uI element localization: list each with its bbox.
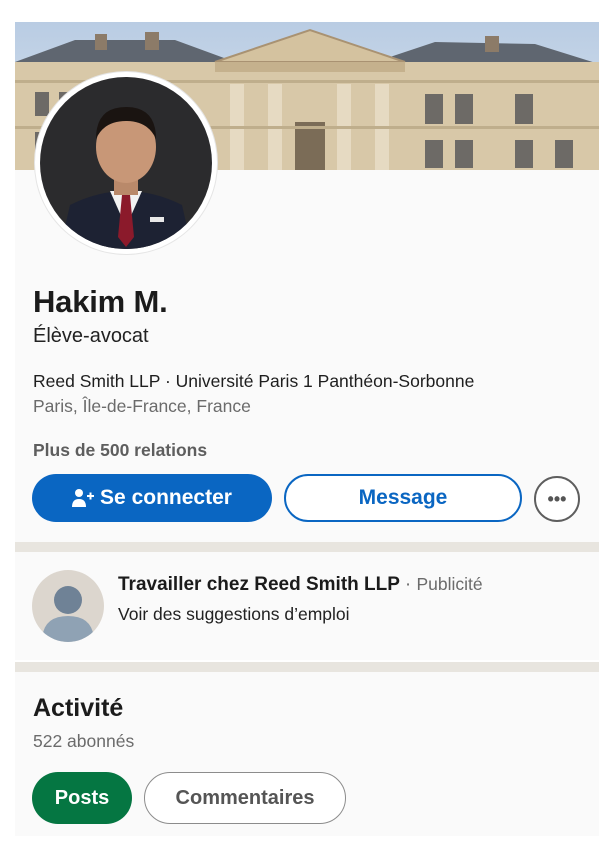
section-divider [15, 542, 599, 552]
ad-title[interactable]: Travailler chez Reed Smith LLP [118, 574, 400, 595]
tab-comments[interactable]: Commentaires [144, 772, 346, 824]
followers-count: 522 abonnés [33, 731, 135, 751]
add-person-icon [72, 489, 95, 507]
profile-name: Hakim M. [33, 284, 168, 319]
profile-organizations[interactable]: Reed Smith LLP · Université Paris 1 Pant… [33, 371, 474, 392]
section-divider [15, 662, 599, 672]
profile-headline: Élève-avocat [33, 325, 149, 347]
profile-location: Paris, Île-de-France, France [33, 396, 251, 416]
connections-count[interactable]: Plus de 500 relations [33, 440, 207, 461]
tab-comments-label: Commentaires [175, 786, 315, 809]
ad-title-line: Travailler chez Reed Smith LLP · Publici… [118, 574, 483, 596]
ad-sponsored-tag: Publicité [416, 574, 483, 594]
ellipsis-icon: ••• [547, 488, 567, 509]
activity-section: Activité 522 abonnés Posts Commentaires [15, 672, 599, 836]
company-placeholder-icon [32, 570, 104, 642]
message-button-label: Message [358, 486, 448, 509]
tab-posts[interactable]: Posts [32, 772, 132, 824]
connect-button[interactable]: Se connecter [32, 474, 272, 522]
connect-button-label: Se connecter [100, 486, 232, 509]
message-button[interactable]: Message [284, 474, 522, 522]
tab-posts-label: Posts [54, 786, 110, 809]
avatar[interactable] [35, 72, 217, 254]
profile-photo [40, 77, 212, 249]
ad-separator: · [404, 574, 412, 595]
ad-subtitle[interactable]: Voir des suggestions d’emploi [118, 604, 350, 625]
profile-card: Hakim M. Élève-avocat Reed Smith LLP · U… [15, 22, 599, 542]
ad-card[interactable]: Travailler chez Reed Smith LLP · Publici… [15, 552, 599, 660]
more-options-button[interactable]: ••• [534, 476, 580, 522]
activity-title: Activité [33, 694, 124, 722]
